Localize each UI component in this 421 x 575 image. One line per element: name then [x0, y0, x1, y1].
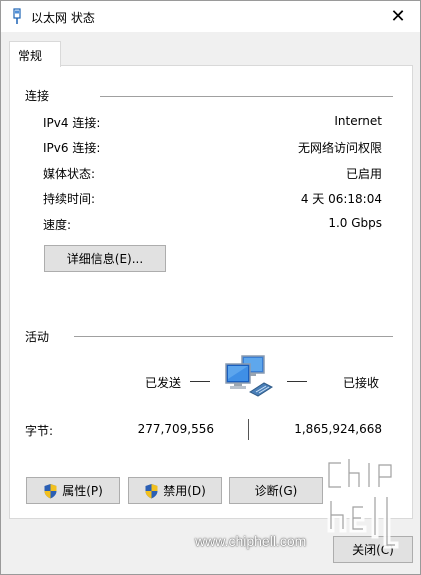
details-button[interactable]: 详细信息(E)...: [44, 245, 166, 272]
properties-button-label: 属性(P): [62, 484, 103, 498]
details-button-label: 详细信息(E)...: [66, 252, 144, 266]
title-close-button[interactable]: ✕: [376, 1, 420, 32]
chiphell-logo: [325, 457, 399, 549]
uac-shield-icon: [145, 483, 158, 498]
general-panel: 连接 IPv4 连接: Internet IPv6 连接: 无网络访问权限 媒体…: [9, 65, 413, 519]
title-bar[interactable]: 以太网 状态 ✕: [1, 1, 420, 32]
activity-section-title: 活动: [25, 330, 50, 344]
disable-button[interactable]: 禁用(D): [128, 477, 222, 504]
ethernet-icon: [13, 8, 21, 24]
ipv4-label: IPv4 连接:: [43, 116, 101, 130]
speed-label: 速度:: [43, 218, 72, 232]
speed-value: 1.0 Gbps: [328, 216, 382, 230]
connection-section-title: 连接: [25, 89, 50, 103]
window-title: 以太网 状态: [31, 11, 95, 25]
received-label: 已接收: [343, 376, 380, 390]
watermark-url: www.chiphell.com: [195, 533, 307, 549]
duration-value: 4 天 06:18:04: [300, 192, 382, 206]
ipv6-value: 无网络访问权限: [297, 141, 382, 155]
bytes-separator: [248, 419, 249, 440]
uac-shield-icon: [44, 483, 57, 498]
received-dash: [287, 381, 307, 382]
sent-label: 已发送: [145, 376, 182, 390]
diagnose-button-label: 诊断(G): [254, 484, 298, 498]
media-state-value: 已启用: [345, 167, 382, 181]
properties-button[interactable]: 属性(P): [26, 477, 120, 504]
diagnose-button[interactable]: 诊断(G): [229, 477, 323, 504]
ipv6-label: IPv6 连接:: [43, 141, 101, 155]
network-computers-icon: [225, 355, 274, 397]
ipv4-value: Internet: [334, 114, 382, 128]
tab-general-label: 常规: [18, 49, 43, 63]
sent-dash: [190, 381, 210, 382]
bytes-sent-value: 277,709,556: [137, 422, 214, 436]
tab-general[interactable]: 常规: [9, 41, 61, 67]
media-state-label: 媒体状态:: [43, 167, 96, 181]
duration-label: 持续时间:: [43, 192, 96, 206]
disable-button-label: 禁用(D): [163, 484, 206, 498]
activity-divider: [74, 336, 393, 337]
status-window: 以太网 状态 ✕ 常规 连接 IPv4 连接: Internet IPv6 连接…: [0, 0, 421, 575]
bytes-label: 字节:: [25, 424, 54, 438]
bytes-received-value: 1,865,924,668: [294, 422, 382, 436]
close-icon: ✕: [390, 6, 406, 27]
connection-divider: [100, 96, 393, 97]
